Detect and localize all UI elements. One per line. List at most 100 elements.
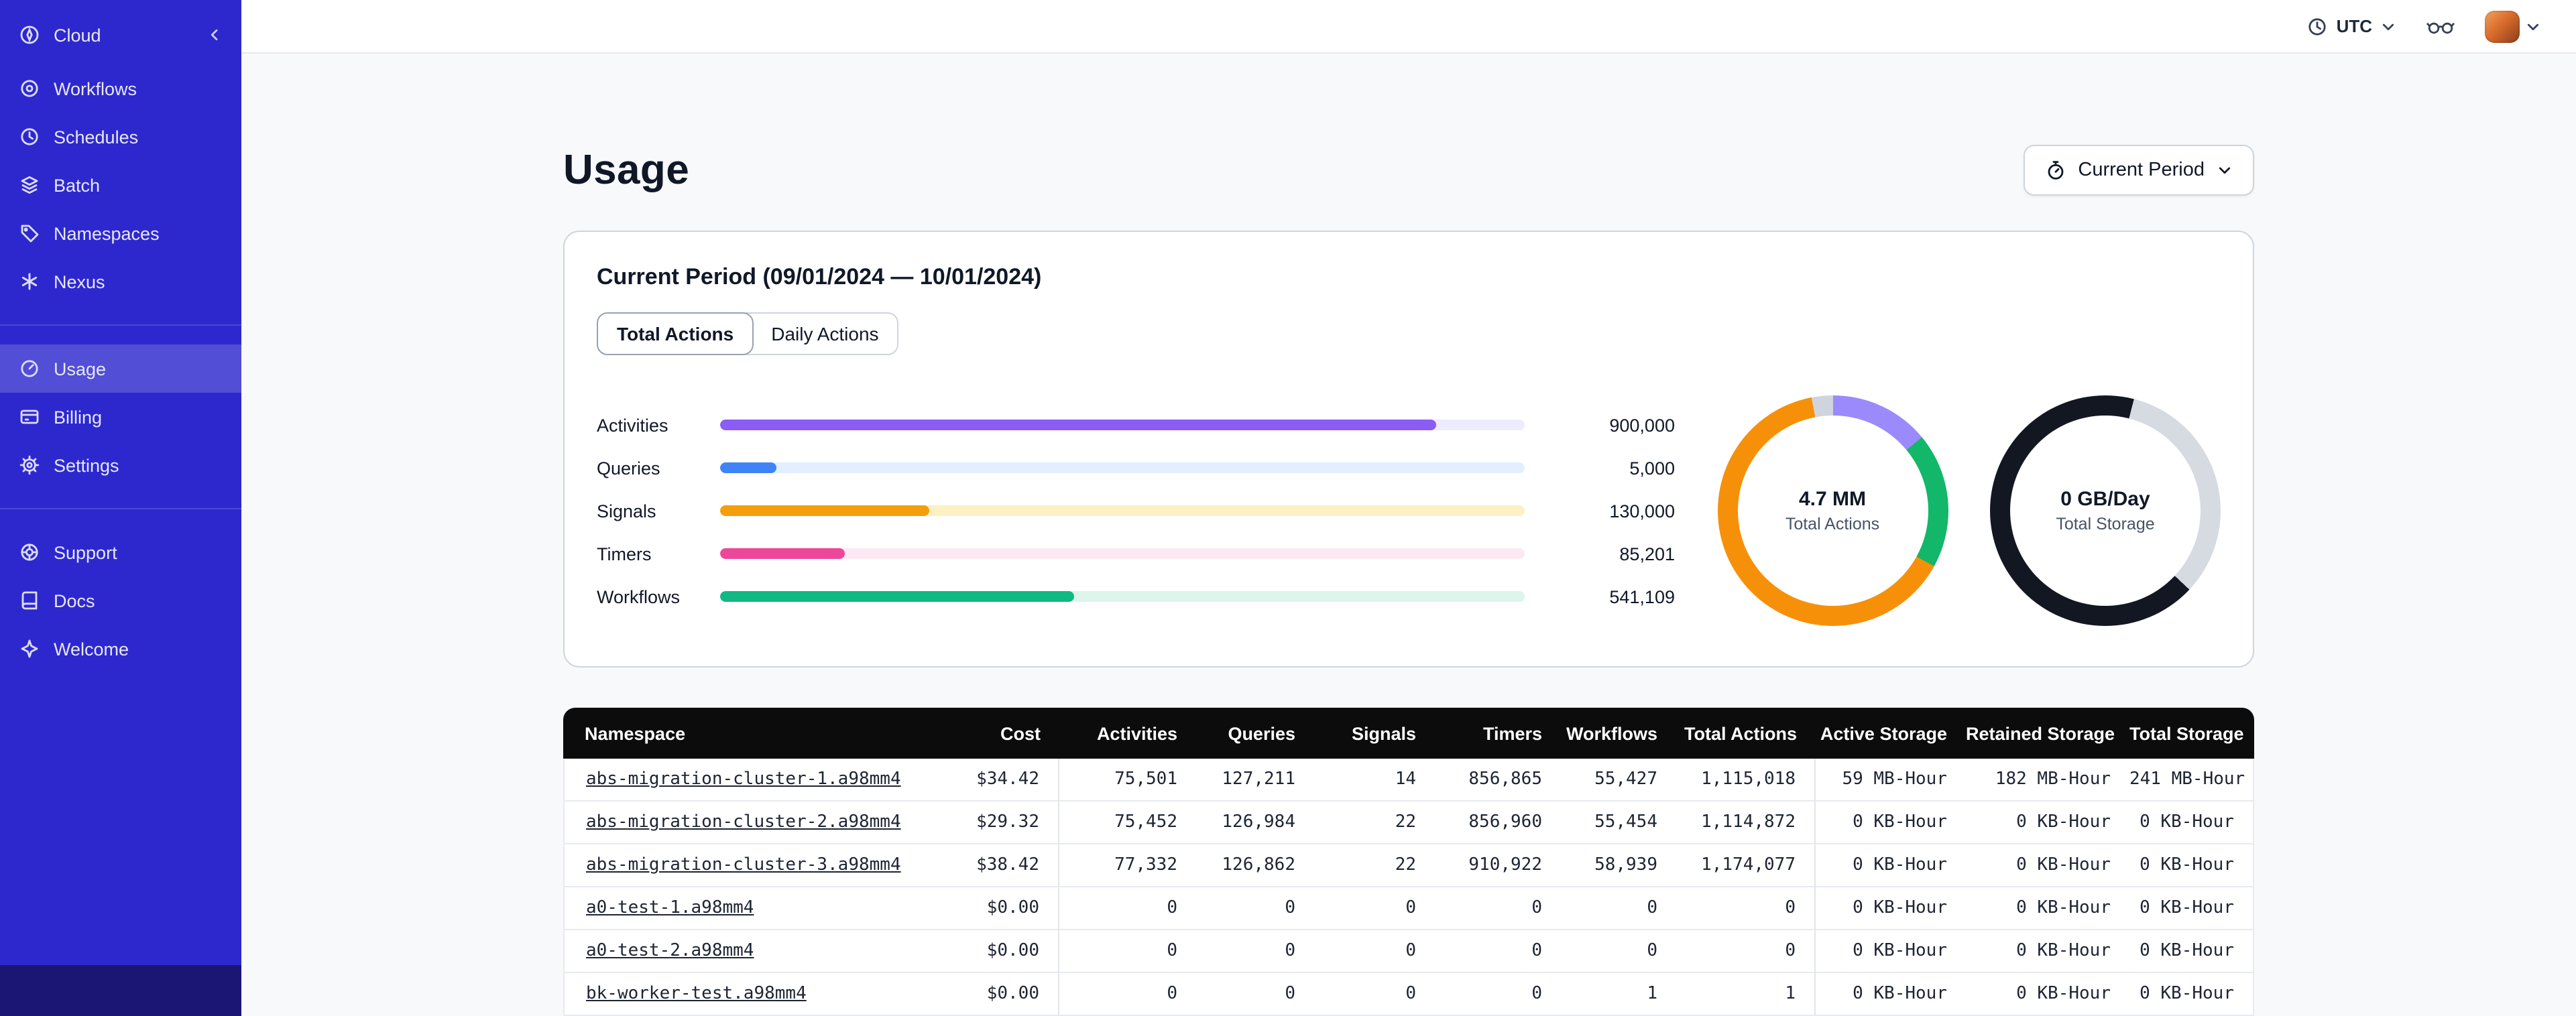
sidebar-divider [0, 508, 241, 509]
sidebar-item-label: Batch [54, 175, 101, 195]
sidebar-item-docs[interactable]: Docs [0, 576, 241, 625]
sidebar-item-welcome[interactable]: Welcome [0, 625, 241, 673]
timezone-selector[interactable]: UTC [2307, 15, 2396, 37]
sidebar-item-batch[interactable]: Batch [0, 161, 241, 209]
namespace-usage-table: Namespace Cost Activities Queries Signal… [563, 708, 2254, 1016]
cell-active-storage: 0 KB-Hour [1816, 844, 1966, 887]
cell-retained-storage: 0 KB-Hour [1966, 844, 2129, 887]
cell-timers: 0 [1435, 973, 1561, 1016]
bar-track [720, 462, 1525, 473]
feedback-glasses-button[interactable] [2426, 15, 2455, 37]
bar-row-workflows: Workflows 541,109 [597, 575, 1675, 618]
cell-signals: 22 [1314, 844, 1435, 887]
cell-queries: 0 [1196, 930, 1314, 973]
usage-card-title: Current Period (09/01/2024 — 10/01/2024) [597, 264, 1042, 290]
sidebar-item-schedules[interactable]: Schedules [0, 113, 241, 161]
cell-cost: $0.00 [936, 930, 1059, 973]
sidebar-item-workflows[interactable]: Workflows [0, 64, 241, 113]
col-header-namespace: Namespace [563, 708, 936, 759]
sidebar-item-settings[interactable]: Settings [0, 441, 241, 489]
cell-queries: 127,211 [1196, 759, 1314, 802]
namespace-link[interactable]: abs-migration-cluster-2.a98mm4 [586, 812, 901, 832]
cell-signals: 0 [1314, 930, 1435, 973]
sidebar-item-namespaces[interactable]: Namespaces [0, 209, 241, 257]
glasses-icon [2426, 21, 2455, 34]
table-row: abs-migration-cluster-2.a98mm4 $29.32 75… [563, 802, 2254, 844]
period-selector-label: Current Period [2078, 160, 2205, 181]
tab-total-actions[interactable]: Total Actions [597, 312, 754, 355]
table-row: abs-migration-cluster-1.a98mm4 $34.42 75… [563, 759, 2254, 802]
total-storage-value: 0 GB/Day [2060, 488, 2150, 511]
chevron-down-icon [2380, 18, 2396, 34]
cell-active-storage: 0 KB-Hour [1816, 973, 1966, 1016]
cell-workflows: 0 [1561, 930, 1676, 973]
sidebar-item-label: Nexus [54, 271, 105, 292]
sidebar-collapse-button[interactable] [207, 27, 223, 43]
sidebar-item-usage[interactable]: Usage [0, 344, 241, 393]
user-menu[interactable] [2485, 10, 2541, 42]
bar-value: 130,000 [1609, 501, 1675, 521]
donut-total-storage: 0 GB/Day Total Storage [1990, 395, 2221, 626]
cell-queries: 126,862 [1196, 844, 1314, 887]
bar-fill [720, 548, 845, 559]
actions-tabs: Total Actions Daily Actions [597, 312, 899, 355]
sidebar-item-label: Billing [54, 407, 103, 427]
cell-total-actions: 1,114,872 [1676, 802, 1816, 844]
sidebar-header-cloud[interactable]: Cloud [0, 0, 241, 59]
sidebar-item-label: Usage [54, 359, 107, 379]
cell-cost: $34.42 [936, 759, 1059, 802]
cell-retained-storage: 0 KB-Hour [1966, 802, 2129, 844]
page-header: Usage Current Period [563, 145, 2254, 196]
table-row: abs-migration-cluster-3.a98mm4 $38.42 77… [563, 844, 2254, 887]
sparkle-icon [19, 638, 40, 659]
period-selector-button[interactable]: Current Period [2023, 145, 2254, 196]
cell-total-storage: 0 KB-Hour [2129, 844, 2254, 887]
gauge-icon [19, 358, 40, 379]
cell-workflows: 0 [1561, 887, 1676, 930]
col-header-total-storage: Total Storage [2129, 708, 2254, 759]
tab-daily-actions[interactable]: Daily Actions [752, 314, 897, 354]
cell-activities: 0 [1059, 930, 1196, 973]
namespace-link[interactable]: abs-migration-cluster-1.a98mm4 [586, 769, 901, 789]
cell-retained-storage: 0 KB-Hour [1966, 930, 2129, 973]
sidebar-item-label: Welcome [54, 639, 129, 659]
bar-value: 541,109 [1609, 586, 1675, 607]
sidebar-divider [0, 324, 241, 326]
cell-total-storage: 0 KB-Hour [2129, 887, 2254, 930]
sidebar-item-label: Schedules [54, 127, 139, 147]
cell-total-actions: 1,115,018 [1676, 759, 1816, 802]
cell-total-storage: 0 KB-Hour [2129, 802, 2254, 844]
namespace-link[interactable]: a0-test-1.a98mm4 [586, 898, 754, 918]
sidebar-item-label: Namespaces [54, 223, 160, 243]
tag-icon [19, 223, 40, 244]
book-icon [19, 590, 40, 611]
namespace-link[interactable]: abs-migration-cluster-3.a98mm4 [586, 855, 901, 875]
cell-total-actions: 1,174,077 [1676, 844, 1816, 887]
usage-page: Usage Current Period Current Period (09/… [241, 54, 2576, 1016]
cell-timers: 0 [1435, 930, 1561, 973]
usage-card: Current Period (09/01/2024 — 10/01/2024)… [563, 231, 2254, 668]
bar-fill [720, 591, 1074, 602]
sidebar-item-support[interactable]: Support [0, 528, 241, 576]
sidebar-item-nexus[interactable]: Nexus [0, 257, 241, 306]
cell-activities: 0 [1059, 887, 1196, 930]
bar-value: 900,000 [1609, 415, 1675, 435]
table-row: a0-test-2.a98mm4 $0.00 0 0 0 0 0 0 0 KB-… [563, 930, 2254, 973]
cell-queries: 0 [1196, 973, 1314, 1016]
bar-label: Queries [597, 458, 660, 478]
col-header-active-storage: Active Storage [1816, 708, 1966, 759]
usage-card-body: Activities 900,000 Queries 5,000 Signals… [597, 395, 2221, 634]
table-row: a0-test-1.a98mm4 $0.00 0 0 0 0 0 0 0 KB-… [563, 887, 2254, 930]
sidebar-item-billing[interactable]: Billing [0, 393, 241, 441]
cloud-logo-icon [19, 24, 40, 46]
namespace-link[interactable]: a0-test-2.a98mm4 [586, 941, 754, 961]
topbar: UTC [241, 0, 2576, 54]
cell-total-storage: 0 KB-Hour [2129, 930, 2254, 973]
bar-row-timers: Timers 85,201 [597, 532, 1675, 575]
cell-cost: $0.00 [936, 887, 1059, 930]
namespace-link[interactable]: bk-worker-test.a98mm4 [586, 984, 807, 1004]
clock-icon [19, 126, 40, 147]
col-header-total-actions: Total Actions [1676, 708, 1816, 759]
table-header-row: Namespace Cost Activities Queries Signal… [563, 708, 2254, 759]
user-avatar [2485, 10, 2520, 42]
